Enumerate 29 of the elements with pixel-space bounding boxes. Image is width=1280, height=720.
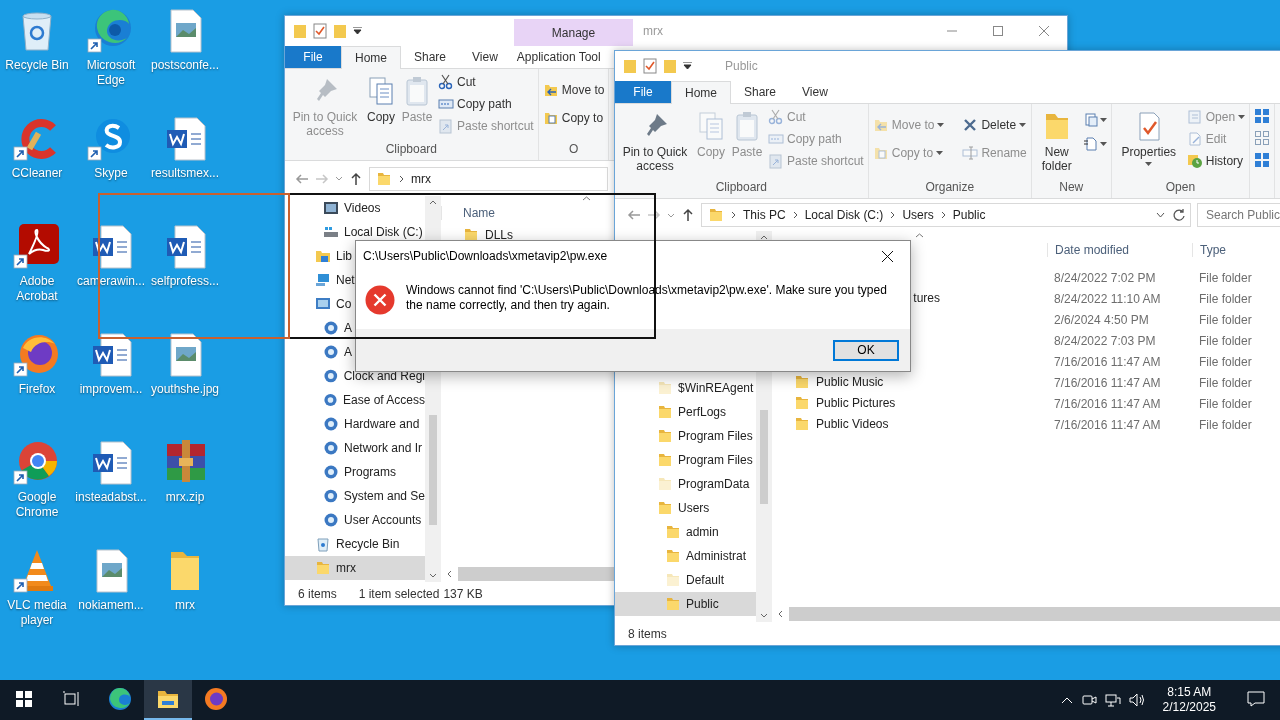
item-type: File folder xyxy=(1199,417,1252,432)
date-modified: 8/24/2022 7:03 PM xyxy=(1054,333,1156,348)
date-modified: 2/6/2024 4:50 PM xyxy=(1054,312,1149,327)
item-type: File folder xyxy=(1199,270,1252,285)
item-type: File folder xyxy=(1199,291,1252,306)
ribbon-group: Move to Copy to Delete Rename Organize xyxy=(868,104,1032,198)
date-modified: 8/24/2022 11:10 AM xyxy=(1054,291,1161,306)
window-title: mrx xyxy=(643,24,663,38)
item-type: File folder xyxy=(1199,396,1252,411)
date-modified: 8/24/2022 7:02 PM xyxy=(1054,270,1156,285)
item-count: 8 items xyxy=(628,626,667,641)
ribbon-group: New folder New xyxy=(1031,104,1112,198)
dialog-title: C:\Users\Public\Downloads\xmetavip2\pw.exe xyxy=(363,249,609,263)
date-modified: 7/16/2016 11:47 AM xyxy=(1054,375,1161,390)
ribbon-group: Pin to Quick access Copy Paste Cut Copy path Paste shortcut Clipboard xyxy=(285,69,539,160)
selection-count: 1 item selected xyxy=(358,586,440,601)
item-type: File folder xyxy=(1199,375,1252,390)
selection-size: 137 KB xyxy=(443,586,483,601)
item-type: File folder xyxy=(1199,333,1252,348)
item-type: File folder xyxy=(1199,312,1252,327)
item-type: File folder xyxy=(1199,354,1252,369)
window-title: Public xyxy=(725,59,758,73)
date-modified: 7/16/2016 11:47 AM xyxy=(1054,417,1161,432)
date-modified: 7/16/2016 11:47 AM xyxy=(1054,396,1161,411)
item-count: 6 items xyxy=(298,586,337,601)
date-modified: 7/16/2016 11:47 AM xyxy=(1054,354,1161,369)
ribbon-group: Move to Copy to O xyxy=(538,69,610,160)
ribbon-group: Properties Open Edit History Open xyxy=(1111,104,1251,198)
ribbon-group: Pin to Quick access Copy Paste Cut Copy path Paste shortcut Clipboard xyxy=(615,104,869,198)
